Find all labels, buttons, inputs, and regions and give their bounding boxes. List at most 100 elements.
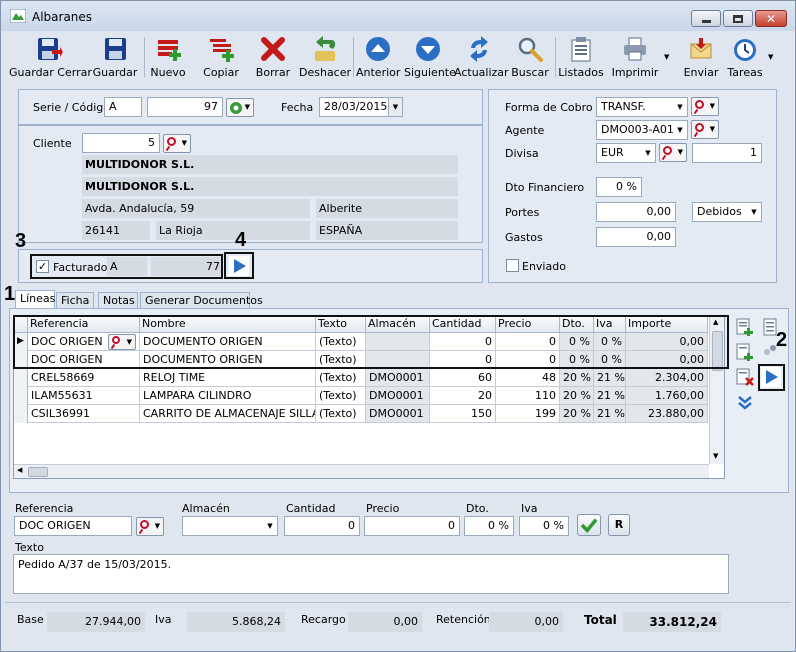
fecha-input[interactable]: 28/03/2015 ▼	[319, 97, 403, 117]
checkmark-icon	[580, 518, 598, 533]
fecha-value: 28/03/2015	[324, 100, 388, 113]
send-button[interactable]: Enviar	[681, 33, 721, 81]
save-button[interactable]: Guardar	[91, 33, 139, 81]
tasks-dropdown-arrow[interactable]: ▼	[768, 53, 773, 61]
table-cell[interactable]: (Texto)	[316, 369, 366, 387]
table-cell[interactable]: DMO0001	[366, 369, 430, 387]
base-value: 27.944,00	[47, 612, 145, 632]
editor-almacen-select[interactable]: ▼	[182, 516, 278, 536]
editor-dto-input[interactable]: 0 %	[464, 516, 514, 536]
divisa-search-button[interactable]: ▼	[659, 143, 687, 162]
portes-tipo-select[interactable]: Debidos ▼	[692, 202, 762, 222]
double-chevron-down-icon[interactable]	[736, 394, 754, 412]
divisa-label: Divisa	[505, 147, 539, 160]
r-button[interactable]: R	[608, 514, 630, 536]
undo-button[interactable]: Deshacer	[299, 33, 351, 81]
reports-button[interactable]: Listados	[558, 33, 604, 81]
agente-select[interactable]: DMO003-A01 ▼	[596, 120, 688, 140]
grid-horizontal-scrollbar[interactable]: ◀	[14, 464, 709, 478]
minimize-button[interactable]	[691, 10, 721, 27]
tasks-button[interactable]: Tareas	[725, 33, 765, 81]
tab-lineas[interactable]: Líneas	[15, 290, 55, 309]
divisa-cambio-input[interactable]: 1	[692, 143, 762, 163]
add-line-icon[interactable]	[736, 343, 754, 361]
total-label: Total	[584, 613, 617, 627]
calendar-dropdown-icon[interactable]: ▼	[388, 98, 402, 116]
toolbar-separator	[353, 37, 354, 77]
forma-cobro-select[interactable]: TRANSF. ▼	[596, 97, 688, 117]
serie-input[interactable]: A	[104, 97, 142, 117]
confirm-line-button[interactable]	[577, 514, 601, 536]
table-cell[interactable]: 20 %	[560, 405, 594, 423]
table-cell[interactable]: (Texto)	[316, 405, 366, 423]
gastos-input[interactable]: 0,00	[596, 227, 676, 247]
cliente-id-input[interactable]: 5	[82, 133, 160, 153]
table-cell[interactable]: 20 %	[560, 387, 594, 405]
print-dropdown-arrow[interactable]: ▼	[664, 53, 669, 61]
table-cell[interactable]: CARRITO DE ALMACENAJE SILLA	[140, 405, 316, 423]
chevron-down-icon: ▼	[267, 522, 273, 530]
divisa-select[interactable]: EUR ▼	[596, 143, 656, 163]
scroll-left-arrow[interactable]: ◀	[17, 466, 22, 474]
forma-cobro-search-button[interactable]: ▼	[691, 97, 719, 116]
close-button[interactable]: ✕	[755, 10, 787, 27]
editor-precio-input[interactable]: 0	[364, 516, 460, 536]
table-cell[interactable]: 21 %	[594, 369, 626, 387]
table-cell[interactable]: CREL58669	[28, 369, 140, 387]
cliente-search-button[interactable]: ▼	[163, 134, 191, 153]
tab-generar-documentos[interactable]: Generar Documentos	[140, 292, 263, 309]
table-cell[interactable]: 48	[496, 369, 560, 387]
table-cell[interactable]: DMO0001	[366, 387, 430, 405]
print-button[interactable]: Imprimir	[609, 33, 661, 81]
table-cell[interactable]: (Texto)	[316, 387, 366, 405]
table-cell[interactable]: 2.304,00	[626, 369, 708, 387]
table-cell[interactable]: ILAM55631	[28, 387, 140, 405]
enviado-checkbox[interactable]	[506, 259, 519, 272]
editor-referencia-search-button[interactable]: ▼	[136, 517, 164, 536]
agente-search-button[interactable]: ▼	[691, 120, 719, 139]
editor-iva-input[interactable]: 0 %	[519, 516, 569, 536]
table-cell[interactable]: 21 %	[594, 405, 626, 423]
tab-notas[interactable]: Notas	[98, 292, 138, 309]
codigo-input[interactable]: 97	[147, 97, 223, 117]
table-cell[interactable]: 1.760,00	[626, 387, 708, 405]
previous-label: Anterior	[356, 66, 401, 79]
scroll-down-arrow[interactable]: ▼	[713, 452, 718, 460]
table-cell[interactable]: 23.880,00	[626, 405, 708, 423]
insert-line-icon[interactable]	[736, 318, 754, 336]
maximize-button[interactable]	[723, 10, 753, 27]
editor-texto-area[interactable]: Pedido A/37 de 15/03/2015.	[13, 554, 729, 594]
table-cell[interactable]: 60	[430, 369, 496, 387]
next-button[interactable]: Siguiente	[404, 33, 456, 81]
previous-button[interactable]: Anterior	[356, 33, 400, 81]
hscroll-thumb[interactable]	[28, 467, 48, 477]
table-cell[interactable]: 21 %	[594, 387, 626, 405]
copy-button[interactable]: Copiar	[200, 33, 242, 81]
table-cell[interactable]: 150	[430, 405, 496, 423]
portes-input[interactable]: 0,00	[596, 202, 676, 222]
table-cell[interactable]: DMO0001	[366, 405, 430, 423]
callout-number-1: 1	[4, 283, 16, 305]
refresh-button[interactable]: Actualizar	[454, 33, 509, 81]
table-cell[interactable]: 110	[496, 387, 560, 405]
table-cell[interactable]: 20 %	[560, 369, 594, 387]
chevron-down-icon: ▼	[677, 103, 683, 111]
table-cell[interactable]: CSIL36991	[28, 405, 140, 423]
undo-icon	[315, 36, 336, 61]
search-button[interactable]: Buscar	[510, 33, 550, 81]
codigo-options-button[interactable]: ▼	[226, 98, 254, 117]
table-cell[interactable]: LAMPARA CILINDRO	[140, 387, 316, 405]
tab-ficha[interactable]: Ficha	[56, 292, 94, 309]
chevron-down-icon: ▼	[645, 149, 651, 157]
delete-button[interactable]: Borrar	[253, 33, 293, 81]
editor-referencia-input[interactable]: DOC ORIGEN	[14, 516, 132, 536]
delete-line-icon[interactable]	[736, 368, 754, 386]
editor-cantidad-input[interactable]: 0	[284, 516, 360, 536]
table-cell[interactable]: 20	[430, 387, 496, 405]
dto-financiero-input[interactable]: 0 %	[596, 177, 642, 197]
table-cell[interactable]: 199	[496, 405, 560, 423]
table-cell[interactable]: RELOJ TIME	[140, 369, 316, 387]
new-button[interactable]: Nuevo	[148, 33, 188, 81]
save-close-button[interactable]: Guardar Cerrar	[9, 33, 92, 81]
chevron-down-icon: ▼	[677, 148, 683, 156]
